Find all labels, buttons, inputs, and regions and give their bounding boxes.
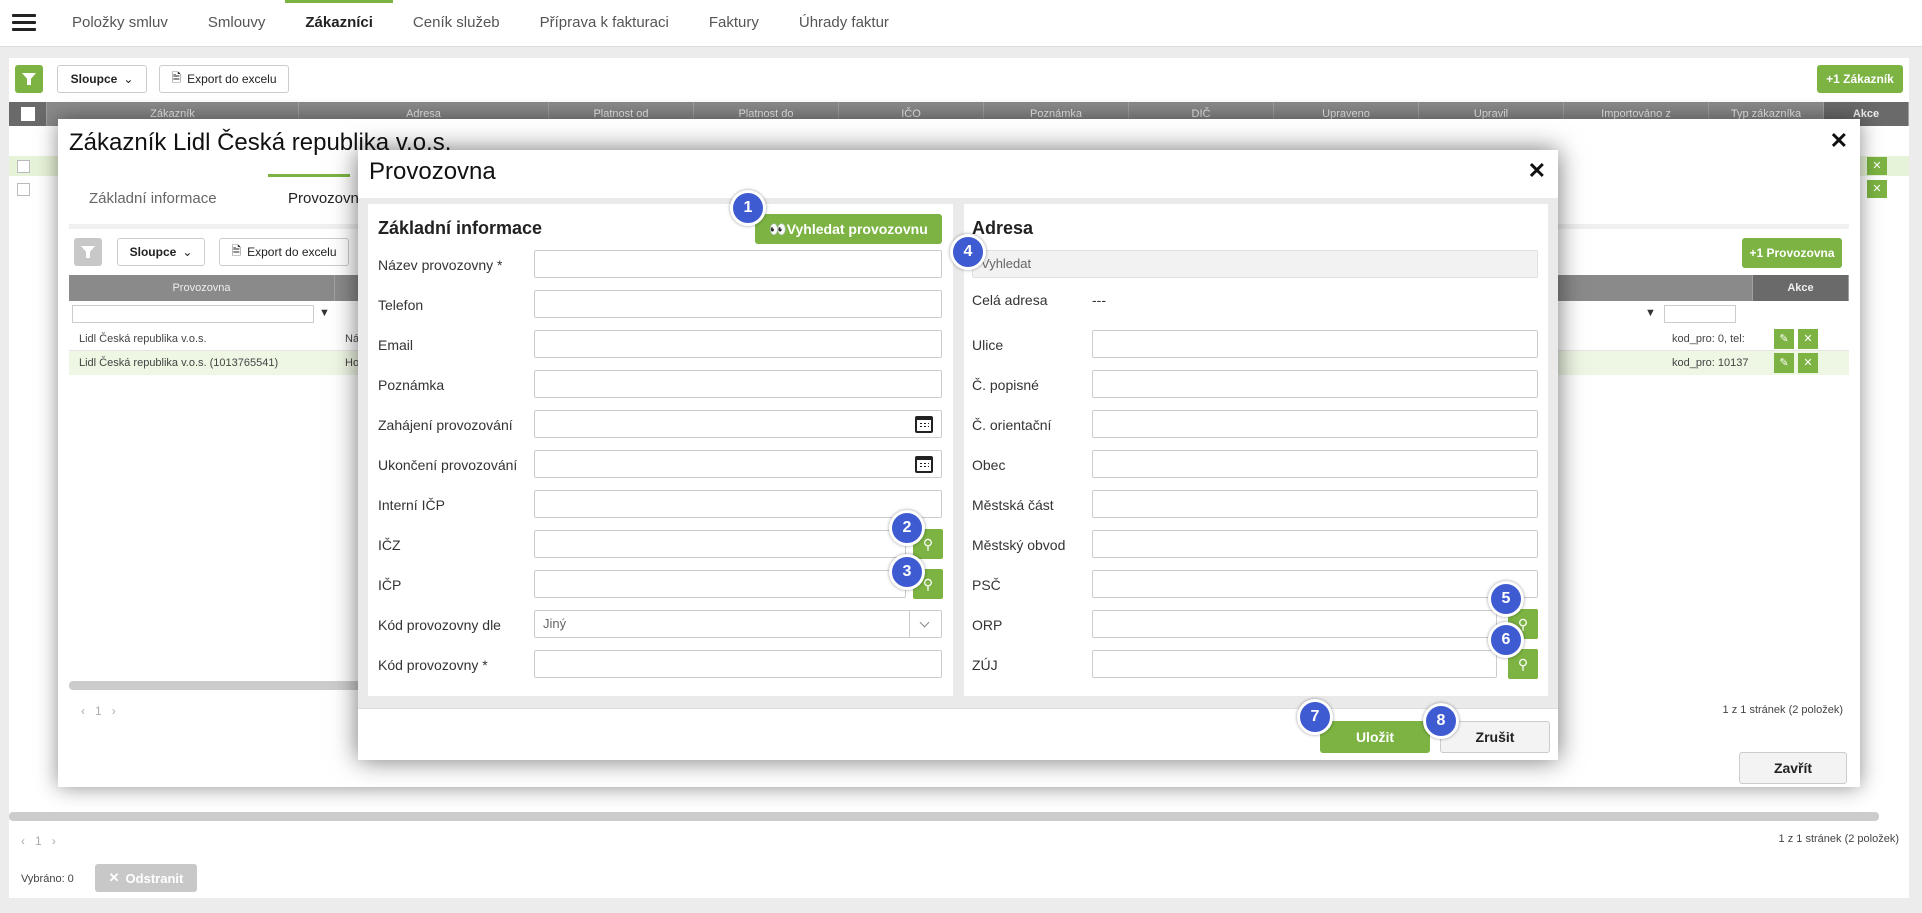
close-icon[interactable]: ✕ <box>1528 158 1546 184</box>
prev-page-icon[interactable]: ‹ <box>21 834 25 848</box>
psc-input[interactable] <box>1092 570 1538 598</box>
mestsky-obvod-input[interactable] <box>1092 530 1538 558</box>
remove-button[interactable]: ✕ Odstranit <box>95 864 197 892</box>
cislo-orientacni-input[interactable] <box>1092 410 1538 438</box>
icz-input[interactable] <box>534 530 906 558</box>
top-nav: Položky smluv Smlouvy Zákazníci Ceník sl… <box>0 0 1922 47</box>
select-all-checkbox[interactable] <box>9 102 47 126</box>
next-page-icon[interactable]: › <box>52 834 56 848</box>
columns-button[interactable]: Sloupce ⌄ <box>57 65 147 93</box>
add-provozovna-button[interactable]: +1 Provozovna <box>1742 238 1842 268</box>
search-provozovna-button[interactable]: 👀 Vyhledat provozovnu <box>755 214 942 244</box>
ukonceni-provozovani-input[interactable] <box>534 450 942 478</box>
icp-input[interactable] <box>534 570 906 598</box>
delete-icon[interactable]: ✕ <box>1798 353 1818 373</box>
calendar-icon[interactable] <box>915 416 933 433</box>
main-tabs: Položky smluv Smlouvy Zákazníci Ceník sl… <box>52 0 909 47</box>
nazev-provozovny-input[interactable] <box>534 250 942 278</box>
export-excel-button[interactable]: 🗎 Export do excelu <box>159 65 289 93</box>
selected-count: Vybráno: 0 <box>21 873 74 885</box>
zuj-input[interactable] <box>1092 650 1497 678</box>
ulice-input[interactable] <box>1092 330 1538 358</box>
save-button[interactable]: Uložit <box>1320 721 1430 753</box>
tab-zakladni-informace[interactable]: Základní informace <box>69 174 237 224</box>
chevron-down-icon <box>909 611 941 637</box>
zahajeni-provozovani-input[interactable] <box>534 410 942 438</box>
filter-clear-icon[interactable] <box>15 65 43 93</box>
filter-icon[interactable]: ▼ <box>1645 307 1656 319</box>
tab-smlouvy[interactable]: Smlouvy <box>188 0 286 47</box>
address-search-input[interactable]: Vyhledat <box>972 250 1538 278</box>
row-checkbox[interactable] <box>17 183 30 196</box>
mestska-cast-input[interactable] <box>1092 490 1538 518</box>
chevron-down-icon: ⌄ <box>182 245 193 259</box>
edit-icon[interactable]: ✎ <box>1774 329 1794 349</box>
annotation-badge-2: 2 <box>889 510 925 546</box>
interni-icp-input[interactable] <box>534 490 942 518</box>
telefon-input[interactable] <box>534 290 942 318</box>
annotation-badge-5: 5 <box>1488 581 1524 617</box>
pagination: ‹ 1 › <box>81 704 116 718</box>
annotation-badge-7: 7 <box>1297 699 1333 735</box>
filter-icon[interactable]: ▼ <box>319 307 330 319</box>
kod-provozovny-input[interactable] <box>534 650 942 678</box>
cislo-popisne-input[interactable] <box>1092 370 1538 398</box>
hamburger-menu-icon[interactable] <box>12 14 36 32</box>
tab-zakaznici[interactable]: Zákazníci <box>285 0 393 47</box>
col-provozovna[interactable]: Provozovna <box>69 275 335 301</box>
tab-provozovny[interactable]: Provozovny <box>268 174 366 224</box>
address-panel: Adresa Vyhledat Celá adresa --- Ulice Č.… <box>964 204 1548 696</box>
tab-polozky-smluv[interactable]: Položky smluv <box>52 0 188 47</box>
basic-info-heading: Základní informace <box>378 218 543 238</box>
close-icon: ✕ <box>108 870 120 885</box>
add-customer-button[interactable]: +1 Zákazník <box>1817 65 1903 93</box>
horizontal-scrollbar[interactable] <box>9 812 1879 821</box>
annotation-badge-1: 1 <box>730 190 766 226</box>
edit-icon[interactable]: ✎ <box>1774 353 1794 373</box>
tab-priprava-k-fakturaci[interactable]: Příprava k fakturaci <box>520 0 689 47</box>
full-address-value: --- <box>1092 292 1106 308</box>
prev-page-icon[interactable]: ‹ <box>81 704 85 718</box>
provozovna-modal-body: Základní informace 👀 Vyhledat provozovnu … <box>358 198 1558 708</box>
delete-icon[interactable]: ✕ <box>1798 329 1818 349</box>
tab-cenik-sluzeb[interactable]: Ceník služeb <box>393 0 520 47</box>
annotation-badge-3: 3 <box>889 554 925 590</box>
row-checkbox[interactable] <box>17 160 30 173</box>
tab-uhrady-faktur[interactable]: Úhrady faktur <box>779 0 909 47</box>
provozovna-modal-footer: Uložit Zrušit <box>358 708 1558 760</box>
annotation-badge-8: 8 <box>1423 703 1459 739</box>
obec-input[interactable] <box>1092 450 1538 478</box>
basic-info-panel: Základní informace 👀 Vyhledat provozovnu … <box>368 204 953 696</box>
col-akce: Akce <box>1753 275 1849 301</box>
excel-icon: 🗎 <box>231 243 242 258</box>
excel-icon: 🗎 <box>171 70 182 85</box>
export-excel-button[interactable]: 🗎 Export do excelu <box>219 238 349 266</box>
kod-provozovny-dle-select[interactable]: Jiný <box>534 610 942 638</box>
tab-faktury[interactable]: Faktury <box>689 0 779 47</box>
filter-clear-icon[interactable] <box>74 238 102 266</box>
close-icon[interactable]: ✕ <box>1830 128 1848 154</box>
filter-input[interactable] <box>72 305 314 323</box>
provozovna-modal-title: Provozovna <box>369 158 496 185</box>
email-input[interactable] <box>534 330 942 358</box>
delete-icon[interactable]: ✕ <box>1867 157 1887 175</box>
columns-button[interactable]: Sloupce ⌄ <box>117 238 205 266</box>
calendar-icon[interactable] <box>915 456 933 473</box>
orp-input[interactable] <box>1092 610 1497 638</box>
chevron-down-icon: ⌄ <box>123 72 134 86</box>
annotation-badge-6: 6 <box>1488 622 1524 658</box>
poznamka-input[interactable] <box>534 370 942 398</box>
binoculars-icon: 👀 <box>769 220 787 237</box>
pages-info: 1 z 1 stránek (2 položek) <box>1778 833 1899 845</box>
filter-input[interactable] <box>1664 305 1736 323</box>
annotation-badge-4: 4 <box>950 234 986 270</box>
pages-info: 1 z 1 stránek (2 položek) <box>1722 704 1843 716</box>
address-heading: Adresa <box>972 218 1034 238</box>
next-page-icon[interactable]: › <box>112 704 116 718</box>
delete-icon[interactable]: ✕ <box>1867 180 1887 198</box>
close-button[interactable]: Zavřít <box>1739 752 1847 784</box>
pagination: ‹ 1 › <box>21 834 56 848</box>
